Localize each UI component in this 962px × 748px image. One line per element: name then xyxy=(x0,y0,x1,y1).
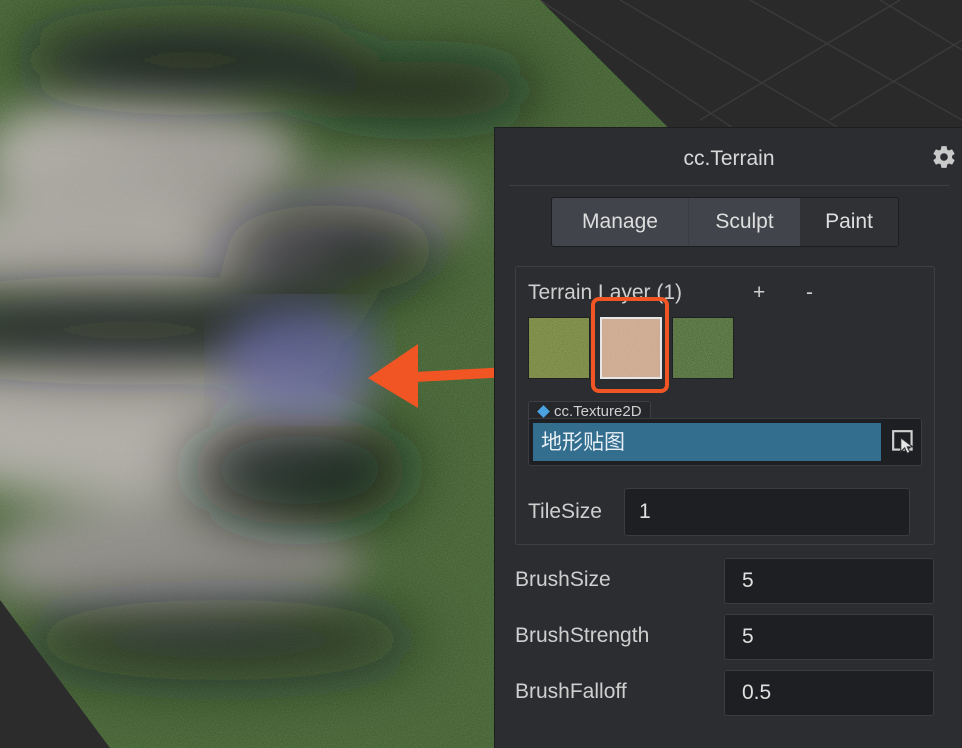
layer-texture-thumbnail[interactable] xyxy=(672,317,734,379)
brush-size-label: BrushSize xyxy=(515,568,611,591)
tab-sculpt[interactable]: Sculpt xyxy=(688,198,800,246)
tab-paint[interactable]: Paint xyxy=(800,198,898,246)
tab-manage[interactable]: Manage xyxy=(552,198,688,246)
add-layer-button[interactable]: + xyxy=(753,281,765,305)
mode-tabs: Manage Sculpt Paint xyxy=(551,197,899,247)
remove-layer-button[interactable]: - xyxy=(806,281,813,305)
asset-picker-icon[interactable] xyxy=(891,429,917,455)
tile-size-input[interactable]: 1 xyxy=(624,488,910,536)
brush-falloff-label: BrushFalloff xyxy=(515,680,627,703)
panel-title: cc.Terrain xyxy=(683,147,775,170)
brush-falloff-input[interactable]: 0.5 xyxy=(724,670,934,716)
brush-strength-input[interactable]: 5 xyxy=(724,614,934,660)
layer-texture-thumbnail-selected[interactable] xyxy=(600,317,662,379)
brush-strength-label: BrushStrength xyxy=(515,624,650,647)
asset-type-icon xyxy=(537,405,550,418)
terrain-layer-group: Terrain Layer (1) + - cc.Texture2D 地形贴图 xyxy=(515,266,935,545)
tile-size-label: TileSize xyxy=(528,500,602,523)
terrain-inspector-panel: cc.Terrain Manage Sculpt Paint Terrain L… xyxy=(494,127,962,748)
gear-icon[interactable] xyxy=(931,144,957,170)
texture-asset-field[interactable]: 地形贴图 xyxy=(528,418,922,466)
layer-texture-thumbnail[interactable] xyxy=(528,317,590,379)
terrain-layer-label: Terrain Layer (1) xyxy=(528,281,683,304)
panel-header: cc.Terrain xyxy=(509,128,955,186)
brush-size-input[interactable]: 5 xyxy=(724,558,934,604)
texture-asset-value[interactable]: 地形贴图 xyxy=(533,423,881,461)
